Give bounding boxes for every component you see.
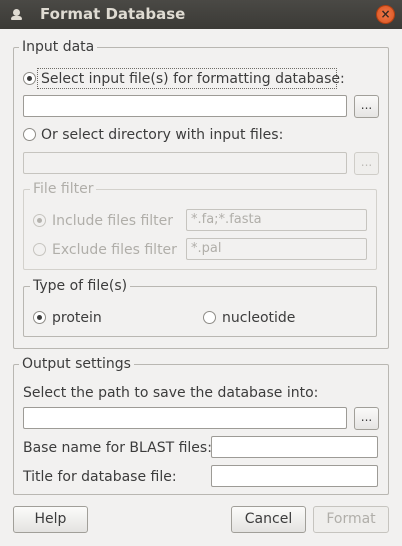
input-data-title: Input data [19, 39, 98, 55]
exclude-filter-field: *.pal [186, 238, 367, 260]
exclude-filter-label: Exclude files filter [52, 242, 177, 258]
window-title: Format Database [40, 5, 186, 23]
base-name-field[interactable] [211, 436, 378, 458]
app-icon [11, 9, 22, 20]
select-directory-radio[interactable] [23, 128, 36, 141]
help-button[interactable]: Help [13, 506, 88, 533]
output-path-field[interactable] [23, 407, 347, 429]
title-bar: Format Database × [0, 0, 402, 29]
browse-directory-button: ... [354, 152, 379, 175]
title-field[interactable] [211, 465, 378, 487]
select-files-radio[interactable] [23, 72, 36, 85]
browse-files-button[interactable]: ... [354, 95, 379, 118]
include-filter-label: Include files filter [52, 213, 174, 229]
select-directory-label[interactable]: Or select directory with input files: [41, 126, 283, 144]
output-settings-title: Output settings [19, 356, 134, 372]
cancel-button[interactable]: Cancel [231, 506, 306, 533]
browse-output-button[interactable]: ... [354, 407, 379, 430]
format-button: Format [313, 506, 389, 533]
protein-label[interactable]: protein [52, 309, 102, 327]
nucleotide-label[interactable]: nucleotide [222, 309, 295, 327]
title-label: Title for database file: [23, 469, 177, 485]
exclude-filter-radio [33, 243, 46, 256]
include-filter-field: *.fa;*.fasta [186, 209, 367, 231]
include-filter-radio [33, 214, 46, 227]
select-files-label[interactable]: Select input file(s) for formatting data… [41, 70, 345, 88]
directory-field [23, 152, 347, 174]
close-icon[interactable]: × [376, 5, 395, 24]
nucleotide-radio[interactable] [203, 311, 216, 324]
type-of-files-title: Type of file(s) [30, 278, 131, 294]
protein-radio[interactable] [33, 311, 46, 324]
output-path-label: Select the path to save the database int… [23, 385, 319, 401]
base-name-label: Base name for BLAST files: [23, 440, 212, 456]
file-filter-title: File filter [30, 181, 97, 197]
input-file-field[interactable] [23, 95, 347, 117]
